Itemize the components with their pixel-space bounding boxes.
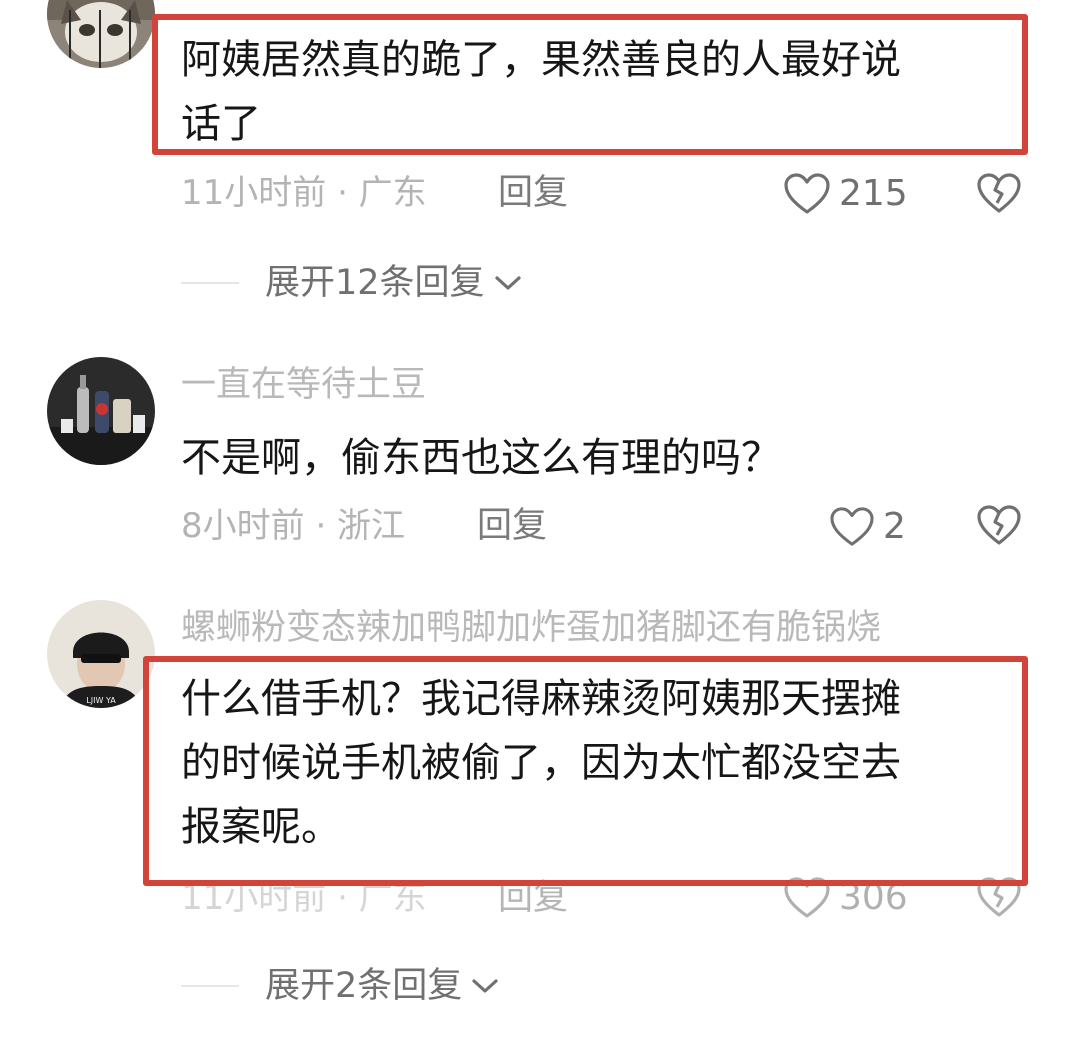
comment-text: 不是啊，偷东西也这么有理的吗？ <box>181 426 781 490</box>
comment-text-line: 话了 <box>181 101 261 147</box>
comment-time-location: 11小时前 · 广东 <box>181 878 427 918</box>
broken-heart-icon[interactable] <box>976 172 1022 214</box>
comment-text-line: 什么借手机？我记得麻辣烫阿姨那天摆摊 <box>181 676 901 722</box>
like-button[interactable]: 215 <box>783 170 908 218</box>
avatar-cat[interactable] <box>47 0 155 68</box>
broken-heart-icon[interactable] <box>976 876 1022 918</box>
chevron-down-icon <box>472 979 498 993</box>
comment-text-line: 的时候说手机被偷了，因为太忙都没空去 <box>181 740 901 786</box>
reply-button[interactable]: 回复 <box>498 176 568 211</box>
like-button[interactable]: 2 <box>829 503 906 551</box>
expand-replies-label: 展开12条回复 <box>265 262 485 303</box>
comment-text: 什么借手机？我记得麻辣烫阿姨那天摆摊 的时候说手机被偷了，因为太忙都没空去 报案… <box>181 667 901 859</box>
heart-outline-icon <box>830 507 874 546</box>
heart-outline-icon <box>784 877 830 918</box>
like-count: 215 <box>839 173 908 214</box>
comment-time-location: 8小时前 · 浙江 <box>181 506 406 546</box>
chevron-down-icon <box>494 276 521 290</box>
avatar-shirt-text: LJIW YA <box>86 696 116 705</box>
reply-button[interactable]: 回复 <box>477 509 547 544</box>
heart-outline-icon <box>784 173 830 214</box>
like-count: 306 <box>839 877 908 918</box>
expand-replies-label: 展开2条回复 <box>265 965 463 1006</box>
divider-line <box>181 985 239 987</box>
username[interactable]: 螺蛳粉变态辣加鸭脚加炸蛋加猪脚还有脆锅烧 <box>181 611 881 646</box>
like-count: 2 <box>883 506 906 547</box>
avatar-bottles[interactable] <box>47 357 155 465</box>
like-button[interactable]: 306 <box>783 874 908 922</box>
divider-line <box>181 282 239 284</box>
expand-replies-button[interactable]: 展开12条回复 <box>181 263 523 303</box>
comment-thread: 阿姨居然真的跪了，果然善良的人最好说 话了 11小时前 · 广东 回复 215 … <box>0 0 1080 1038</box>
comment-text-line: 报案呢。 <box>181 804 341 850</box>
broken-heart-icon[interactable] <box>976 504 1022 546</box>
reply-button[interactable]: 回复 <box>498 881 568 916</box>
comment-time-location: 11小时前 · 广东 <box>181 173 427 213</box>
comment-text: 阿姨居然真的跪了，果然善良的人最好说 话了 <box>181 28 901 156</box>
avatar-person-beanie[interactable]: LJIW YA <box>47 600 155 708</box>
comment-text-line: 不是啊，偷东西也这么有理的吗？ <box>181 435 781 481</box>
expand-replies-button[interactable]: 展开2条回复 <box>181 966 500 1006</box>
username[interactable]: 一直在等待土豆 <box>181 368 426 403</box>
comment-text-line: 阿姨居然真的跪了，果然善良的人最好说 <box>181 37 901 83</box>
